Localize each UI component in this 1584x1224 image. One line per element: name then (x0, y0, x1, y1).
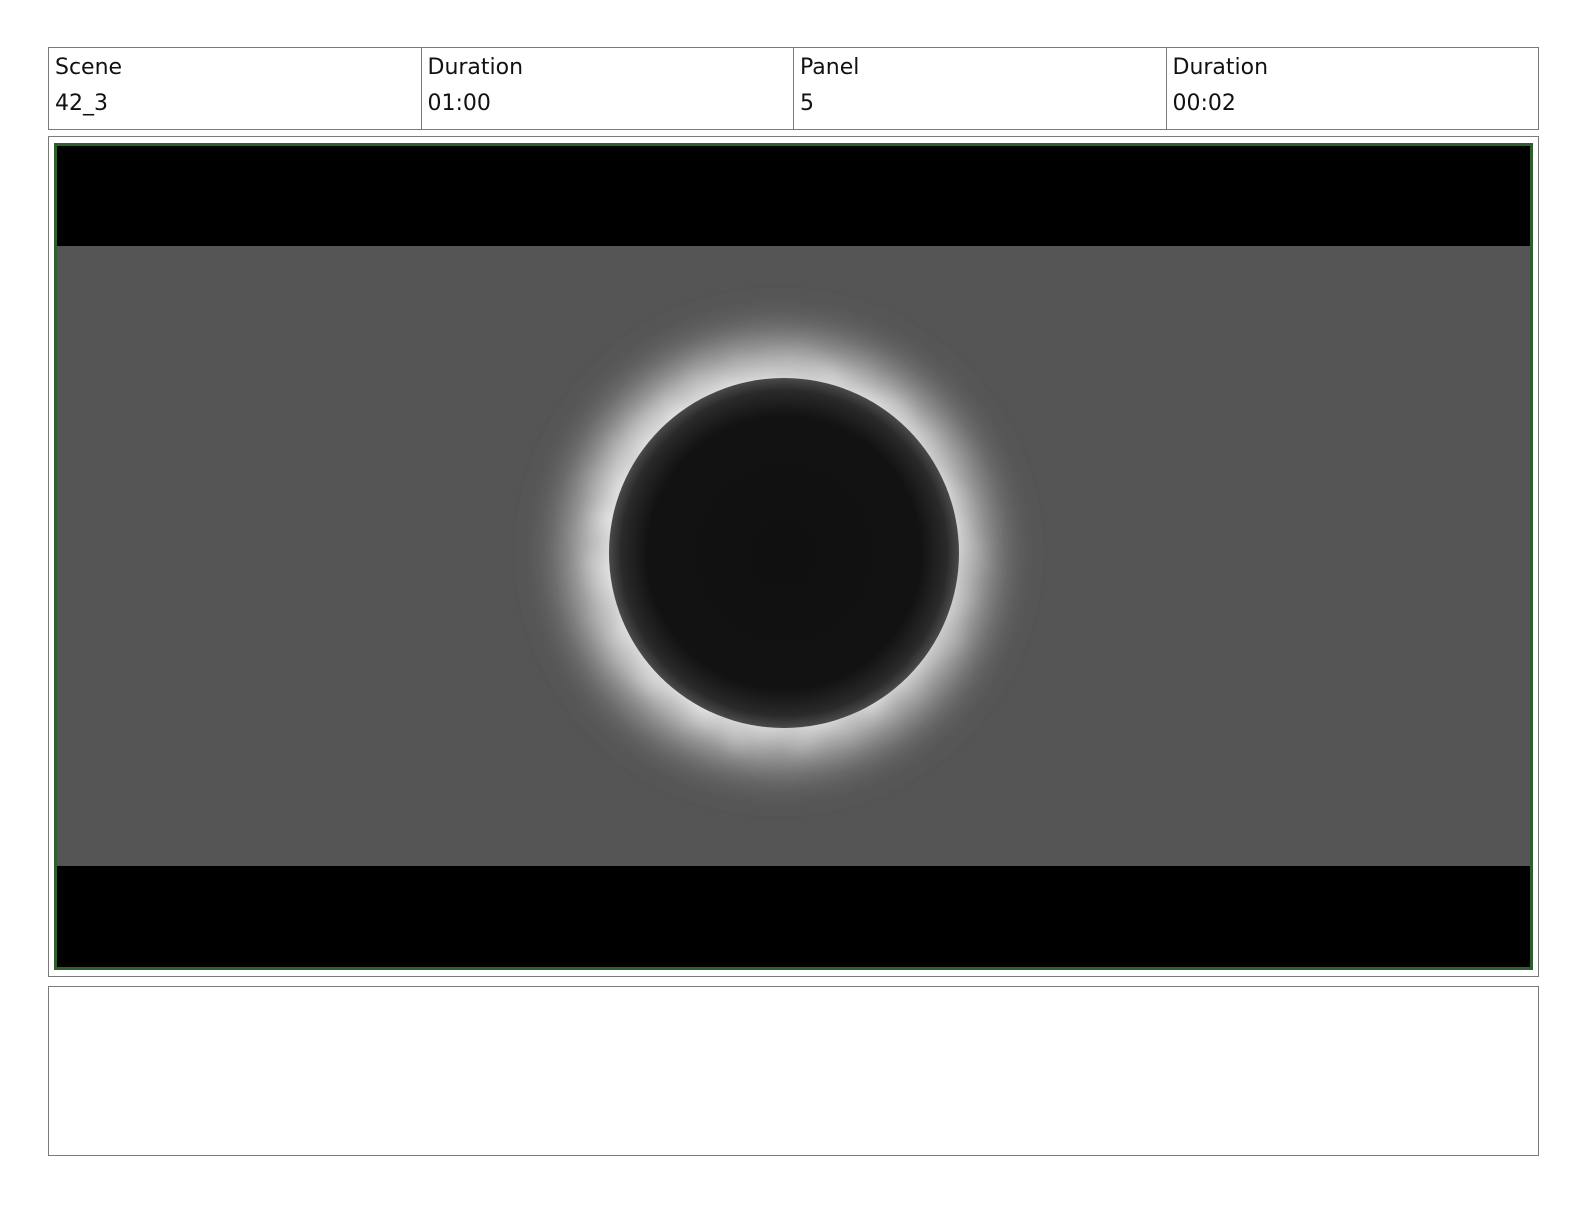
panel-label: Panel (800, 55, 860, 80)
panel-duration-cell: Duration 00:02 (1167, 48, 1539, 129)
scene-cell: Scene 42_3 (49, 48, 422, 129)
storyboard-panel-image (54, 143, 1533, 970)
letterbox-bottom-bar (57, 866, 1530, 967)
panel-duration-label: Duration (1172, 55, 1269, 80)
scene-label: Scene (55, 55, 123, 80)
panel-cell: Panel 5 (794, 48, 1167, 129)
storyboard-panel-frame (48, 136, 1539, 977)
moon-disc (609, 378, 959, 728)
letterbox-top-bar (57, 146, 1530, 246)
eclipse-illustration (529, 302, 1029, 802)
scene-value: 42_3 (55, 91, 108, 116)
panel-notes-box[interactable] (48, 986, 1539, 1156)
panel-info-table: Scene 42_3 Duration 01:00 Panel 5 Durati… (48, 47, 1539, 130)
scene-duration-label: Duration (427, 55, 524, 80)
sky-background (57, 246, 1530, 869)
panel-duration-value: 00:02 (1172, 91, 1236, 116)
panel-value: 5 (800, 91, 814, 116)
scene-duration-cell: Duration 01:00 (422, 48, 794, 129)
scene-duration-value: 01:00 (427, 91, 491, 116)
